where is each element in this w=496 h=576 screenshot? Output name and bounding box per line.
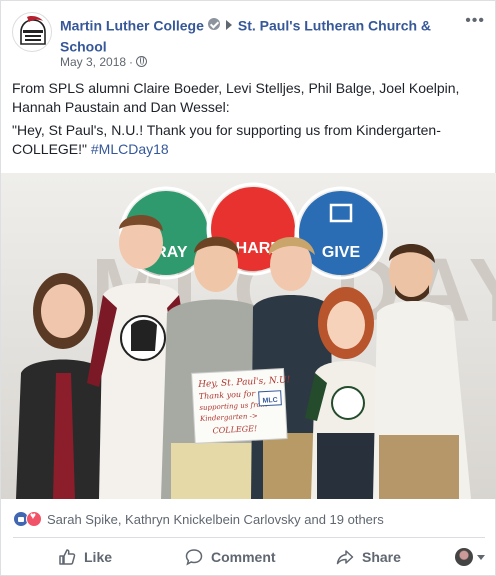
post-title: Martin Luther College St. Paul's Lutheran… <box>60 14 480 57</box>
user-avatar <box>455 548 473 566</box>
comment-button[interactable]: Comment <box>185 548 276 566</box>
hashtag-link[interactable]: #MLCDay18 <box>91 141 169 157</box>
post-date[interactable]: May 3, 2018 <box>60 55 126 69</box>
group-photo-illustration: MLC DAY PRAY SHARE GIVE Hey, St. Paul's,… <box>1 173 496 499</box>
knight-logo-icon <box>20 16 46 45</box>
globe-icon[interactable] <box>136 56 148 68</box>
more-options-icon[interactable]: ••• <box>465 12 485 30</box>
reactions-summary[interactable]: Sarah Spike, Kathryn Knickelbein Carlovs… <box>13 509 384 529</box>
post-header: Martin Luther College St. Paul's Lutheran… <box>12 10 487 72</box>
thumbs-up-icon <box>59 549 76 565</box>
author-link[interactable]: Martin Luther College <box>60 17 204 33</box>
profile-selector[interactable] <box>455 548 485 566</box>
reactions-names[interactable]: Sarah Spike, Kathryn Knickelbein Carlovs… <box>47 512 384 527</box>
actions-divider <box>13 537 485 538</box>
share-button[interactable]: Share <box>336 548 401 566</box>
like-label: Like <box>84 549 113 565</box>
share-arrow-icon <box>336 550 354 565</box>
facebook-post: Martin Luther College St. Paul's Lutheran… <box>0 0 496 576</box>
post-text: From SPLS alumni Claire Boeder, Levi Ste… <box>12 79 486 163</box>
post-meta: May 3, 2018 · <box>60 55 148 69</box>
sign-logo: MLC <box>262 397 278 405</box>
action-bar: Like Comment Share <box>1 541 496 573</box>
triangle-arrow-icon <box>225 20 232 31</box>
page-avatar[interactable] <box>12 12 52 52</box>
like-button[interactable]: Like <box>58 548 112 566</box>
post-message-line2: "Hey, St Paul's, N.U.! Thank you for sup… <box>12 121 486 159</box>
share-label: Share <box>362 549 401 565</box>
post-quote: "Hey, St Paul's, N.U.! Thank you for sup… <box>12 122 441 157</box>
post-message-line1: From SPLS alumni Claire Boeder, Levi Ste… <box>12 80 460 115</box>
give-label: GIVE <box>322 244 361 261</box>
comment-label: Comment <box>211 549 276 565</box>
handwritten-sign: Hey, St. Paul's, N.U! Thank you for supp… <box>191 368 291 444</box>
comment-bubble-icon <box>185 549 203 566</box>
post-photo[interactable]: MLC DAY PRAY SHARE GIVE Hey, St. Paul's,… <box>1 173 496 499</box>
verified-badge-icon <box>207 18 220 31</box>
chevron-down-icon <box>477 554 485 560</box>
love-reaction-icon <box>26 511 42 527</box>
